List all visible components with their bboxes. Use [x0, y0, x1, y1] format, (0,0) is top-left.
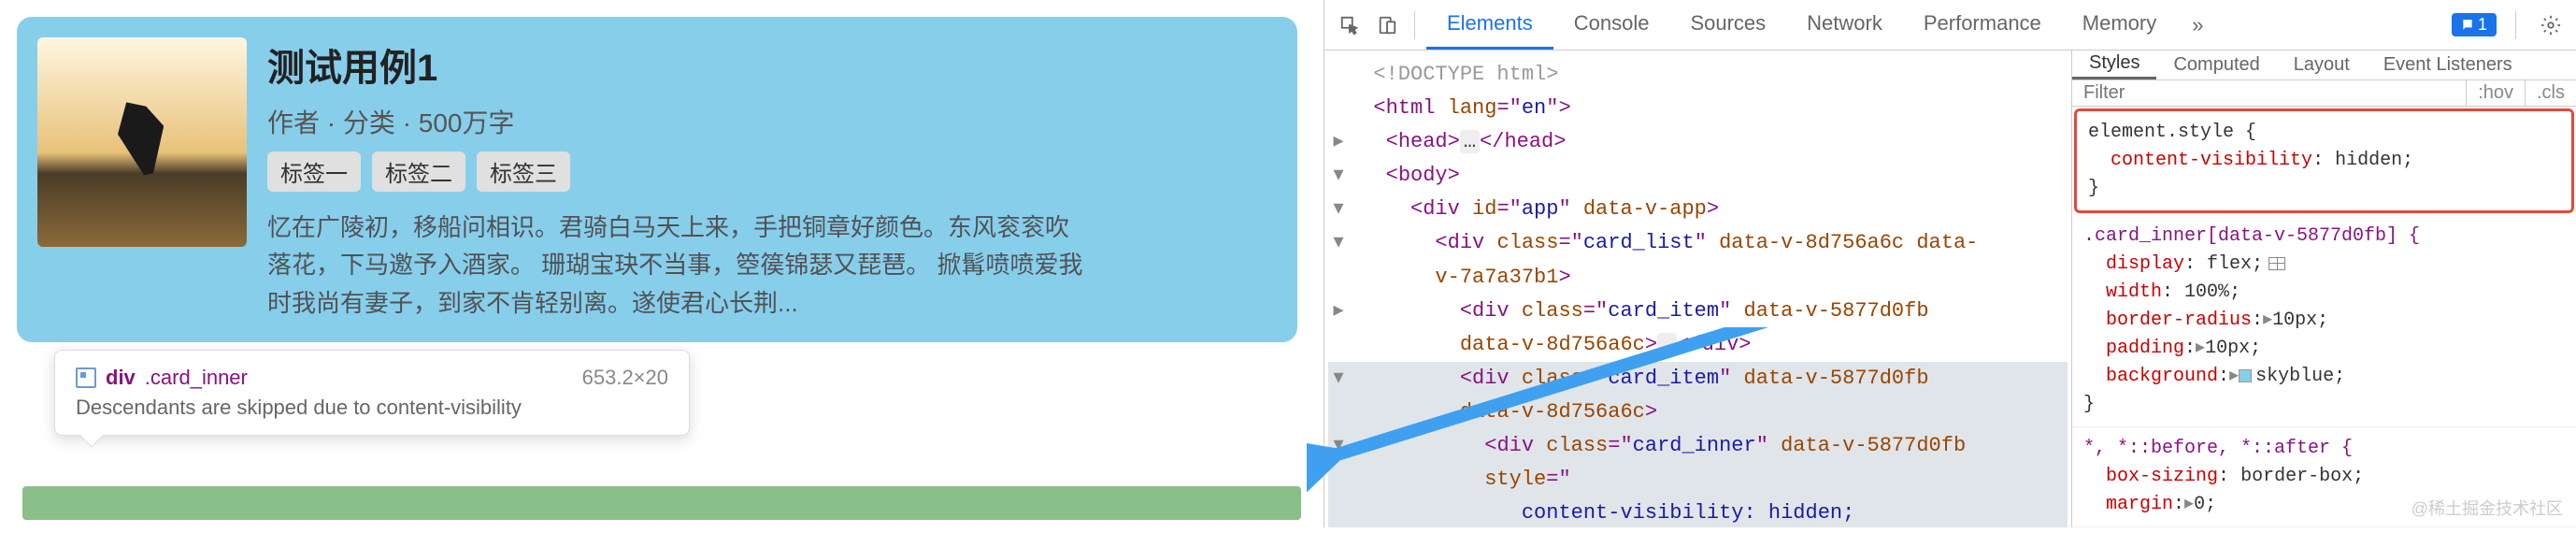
tooltip-dimensions: 653.2×20: [582, 366, 668, 390]
devtools-toolbar: Elements Console Sources Network Perform…: [1324, 0, 2576, 50]
styles-filter-input[interactable]: [2072, 82, 2466, 104]
tab-network[interactable]: Network: [1786, 0, 1903, 50]
desc-line: 忆在广陵初，移船问相识。君骑白马天上来，手把铜章好颜色。东风衮衮吹: [267, 209, 1277, 246]
element-hover-tooltip: div .card_inner 653.2×20 Descendants are …: [54, 350, 690, 436]
card-tags: 标签一 标签二 标签三: [267, 151, 1277, 192]
annotation-arrow: [1307, 327, 2026, 533]
desc-line: 落花，下马邀予入酒家。 珊瑚宝玦不当事，箜篌锦瑟又琵琶。 掀髯喷喷爱我: [267, 246, 1277, 283]
style-rule-card-inner[interactable]: .card_inner[data-v-5877d0fb] { display: …: [2072, 215, 2576, 427]
card-tag: 标签一: [267, 151, 361, 192]
tab-memory[interactable]: Memory: [2062, 0, 2177, 50]
hov-toggle[interactable]: :hov: [2466, 80, 2525, 106]
tab-event-listeners[interactable]: Event Listeners: [2367, 50, 2529, 79]
tab-layout[interactable]: Layout: [2277, 50, 2367, 79]
devtools-tabs: Elements Console Sources Network Perform…: [1426, 0, 2219, 50]
card-author-line: 作者 · 分类 · 500万字: [267, 103, 1277, 140]
desc-line: 时我尚有妻子，到家不肯轻别离。遂使君心长荆...: [267, 284, 1277, 322]
card-body: 测试用例1 作者 · 分类 · 500万字 标签一 标签二 标签三 忆在广陵初，…: [267, 37, 1277, 322]
collapsed-card-placeholder: [22, 486, 1301, 520]
tab-console[interactable]: Console: [1553, 0, 1670, 50]
page-preview-pane: 测试用例1 作者 · 分类 · 500万字 标签一 标签二 标签三 忆在广陵初，…: [0, 0, 1324, 527]
tab-styles[interactable]: Styles: [2072, 50, 2156, 79]
layout-icon: [76, 367, 96, 388]
tab-elements[interactable]: Elements: [1426, 0, 1553, 50]
inspect-element-button[interactable]: [1334, 9, 1366, 41]
cls-toggle[interactable]: .cls: [2525, 80, 2576, 106]
tab-sources[interactable]: Sources: [1669, 0, 1786, 50]
issues-badge[interactable]: 1: [2452, 13, 2497, 36]
tab-performance[interactable]: Performance: [1903, 0, 2062, 50]
card-tag: 标签三: [477, 151, 570, 192]
tooltip-class: .card_inner: [145, 366, 248, 390]
styles-tabs: Styles Computed Layout Event Listeners: [2072, 50, 2576, 80]
watermark: @稀土掘金技术社区: [2411, 496, 2563, 520]
tooltip-tag: div: [106, 366, 136, 390]
device-toggle-button[interactable]: [1371, 9, 1403, 41]
flex-grid-icon[interactable]: [2268, 257, 2285, 270]
tab-computed[interactable]: Computed: [2156, 50, 2276, 79]
styles-pane: Styles Computed Layout Event Listeners :…: [2071, 50, 2576, 527]
card-title: 测试用例1: [267, 37, 1277, 92]
settings-gear-icon[interactable]: [2535, 9, 2567, 41]
card-tag: 标签二: [372, 151, 465, 192]
tooltip-subtext: Descendants are skipped due to content-v…: [76, 396, 668, 420]
card-description: 忆在广陵初，移船问相识。君骑白马天上来，手把铜章好颜色。东风衮衮吹 落花，下马邀…: [267, 209, 1277, 322]
style-rule-element[interactable]: element.style { content-visibility: hidd…: [2074, 108, 2574, 213]
color-swatch-icon[interactable]: [2239, 369, 2252, 382]
card-thumbnail: [37, 37, 247, 247]
card-item: 测试用例1 作者 · 分类 · 500万字 标签一 标签二 标签三 忆在广陵初，…: [17, 17, 1297, 342]
tabs-overflow[interactable]: »: [2177, 0, 2218, 50]
